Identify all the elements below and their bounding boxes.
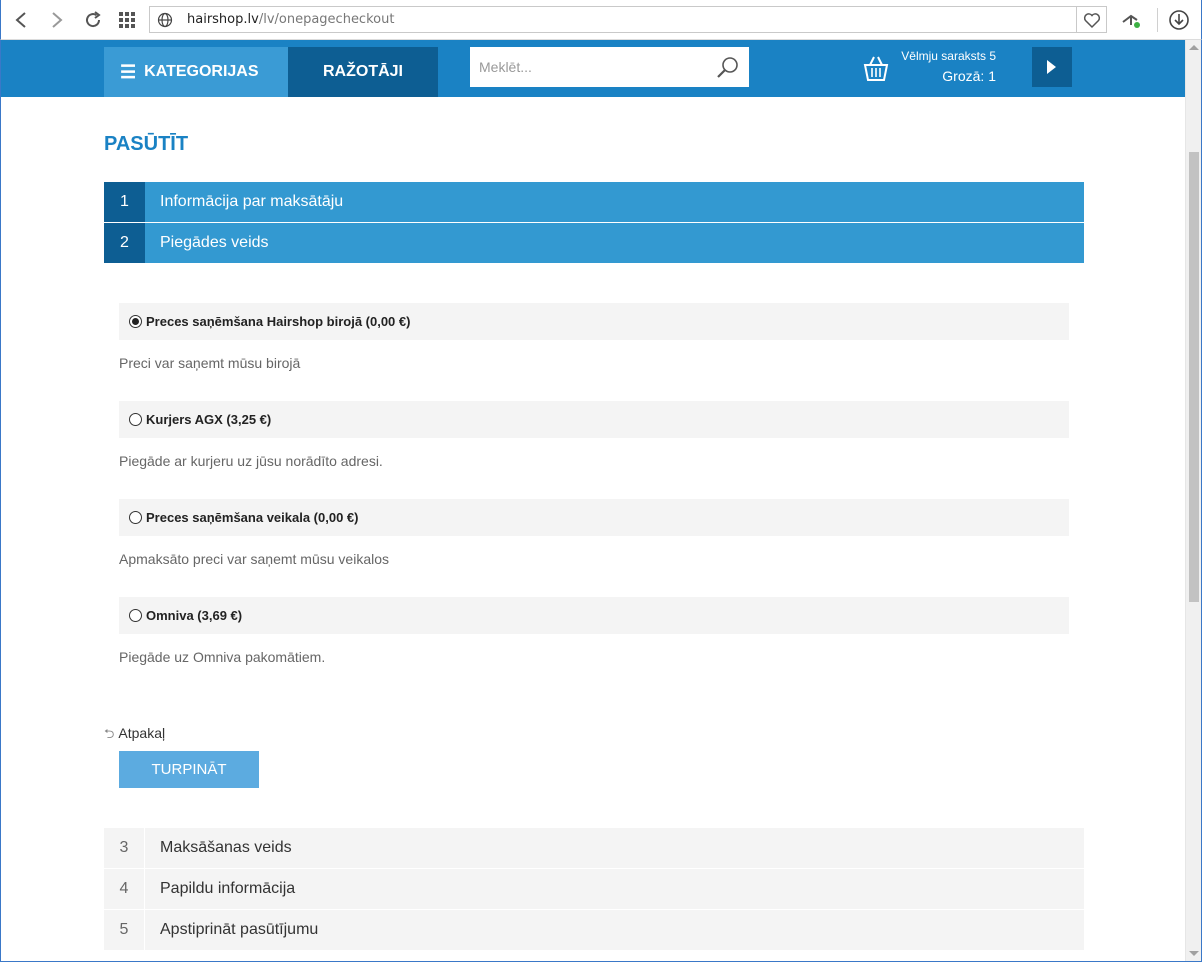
shipping-option-label: Kurjers AGX (3,25 €) [146,412,272,427]
step-label: Informācija par maksātāju [160,193,344,210]
hamburger-icon: ☰ [120,61,137,82]
radio-button-selected[interactable] [129,315,142,328]
browser-toolbar: hairshop.lv/lv/onepagecheckout [0,0,1202,40]
step-shipping-method[interactable]: 2 Piegādes veids [104,223,1084,263]
shipping-option-label: Preces saņēmšana Hairshop birojā (0,00 €… [146,314,411,329]
globe-icon [157,12,173,28]
step-number: 5 [104,910,145,950]
cart-count[interactable]: Grozā: 1 [900,68,996,84]
brands-label: RAŽOTĀJI [323,63,403,80]
step-number: 1 [104,182,145,222]
step-billing-info[interactable]: 1 Informācija par maksātāju [104,182,1084,222]
shipping-option-store-pickup[interactable]: Preces saņēmšana veikala (0,00 €) [119,499,1069,536]
wishlist-link[interactable]: Vēlmju saraksts 5 [900,49,996,63]
scroll-thumb[interactable] [1189,152,1199,602]
step-label: Piegādes veids [160,234,269,251]
categories-button[interactable]: ☰ KATEGORIJAS [104,47,288,97]
basket-icon[interactable] [861,54,891,84]
scroll-up-icon[interactable] [1189,45,1199,50]
address-divider [1076,7,1077,32]
heart-icon[interactable] [1082,10,1102,30]
scrollbar[interactable] [1185,40,1201,961]
url-text: hairshop.lv/lv/onepagecheckout [187,12,394,27]
step-payment-method[interactable]: 3 Maksāšanas veids [104,828,1084,868]
shipping-option-omniva[interactable]: Omniva (3,69 €) [119,597,1069,634]
address-bar[interactable]: hairshop.lv/lv/onepagecheckout [149,6,1107,33]
url-host: hairshop.lv [187,12,259,27]
back-link[interactable]: ⮌ Atpakaļ [104,725,165,747]
continue-button[interactable]: TURPINĀT [119,751,259,788]
step-number: 3 [104,828,145,868]
radio-button[interactable] [129,413,142,426]
download-icon[interactable] [1167,8,1191,32]
play-arrow-icon [1047,60,1056,74]
toolbar-divider [1157,8,1158,32]
header-next-button[interactable] [1032,47,1072,87]
step-number: 2 [104,223,145,263]
step-label: Maksāšanas veids [160,839,292,856]
shipping-option-description: Piegāde uz Omniva pakomātiem. [119,649,326,665]
shipping-option-label: Omniva (3,69 €) [146,608,243,623]
step-additional-info[interactable]: 4 Papildu informācija [104,869,1084,909]
search-box [470,47,749,87]
site-header: ☰ KATEGORIJAS RAŽOTĀJI Vēlmju saraksts 5… [1,40,1185,97]
search-input[interactable] [470,47,710,87]
step-label: Papildu informācija [160,880,296,897]
page-title: PASŪTĪT [104,133,189,155]
step-label: Apstiprināt pasūtījumu [160,921,319,938]
shipping-option-description: Piegāde ar kurjeru uz jūsu norādīto adre… [119,453,383,469]
categories-label: KATEGORIJAS [144,63,259,80]
brands-button[interactable]: RAŽOTĀJI [288,47,438,97]
url-path: /lv/onepagecheckout [258,12,395,27]
return-arrow-icon: ⮌ [104,726,115,741]
step-number: 4 [104,869,145,909]
back-arrow-icon[interactable] [7,6,35,34]
continue-label: TURPINĀT [151,761,227,778]
apps-grid-icon[interactable] [113,6,141,34]
scroll-down-icon[interactable] [1189,951,1199,956]
forward-arrow-icon[interactable] [43,6,71,34]
shipping-option-courier-agx[interactable]: Kurjers AGX (3,25 €) [119,401,1069,438]
shipping-option-office-pickup[interactable]: Preces saņēmšana Hairshop birojā (0,00 €… [119,303,1069,340]
shipping-option-description: Preci var saņemt mūsu birojā [119,355,301,371]
shipping-option-description: Apmaksāto preci var saņemt mūsu veikalos [119,551,389,567]
step-confirm-order[interactable]: 5 Apstiprināt pasūtījumu [104,910,1084,950]
back-label: Atpakaļ [118,725,166,741]
shipping-option-label: Preces saņēmšana veikala (0,00 €) [146,510,359,525]
search-icon[interactable] [715,55,741,81]
radio-button[interactable] [129,609,142,622]
radio-button[interactable] [129,511,142,524]
extension-icon[interactable] [1119,8,1143,32]
reload-icon[interactable] [79,6,107,34]
